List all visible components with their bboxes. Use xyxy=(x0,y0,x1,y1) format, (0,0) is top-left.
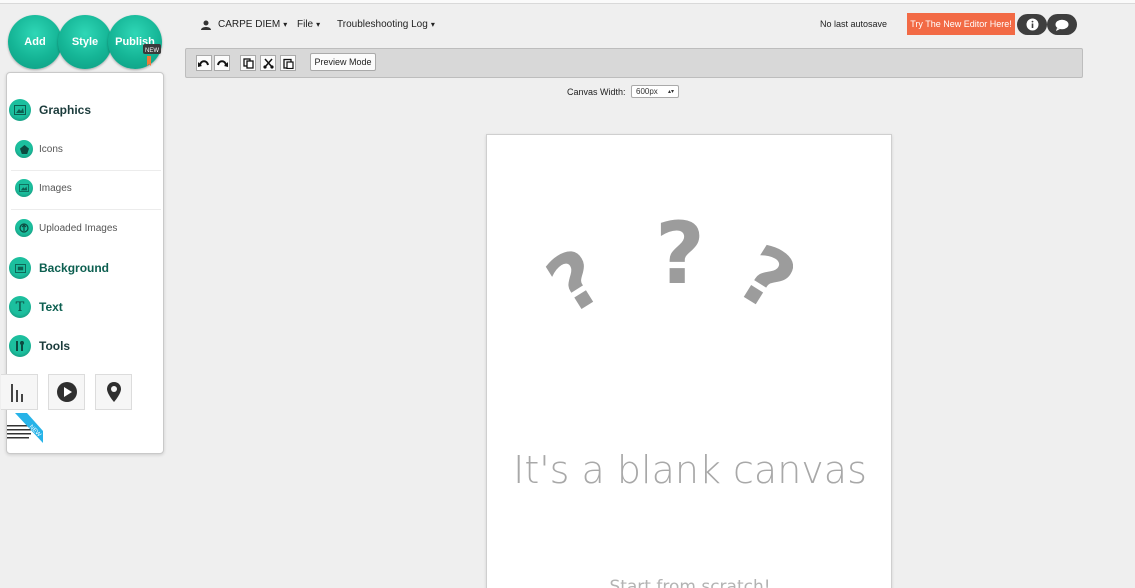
account-name: CARPE DIEM xyxy=(218,19,281,30)
image-icon xyxy=(9,99,31,121)
troubleshooting-menu[interactable]: Troubleshooting Log ▾ xyxy=(337,19,435,30)
chart-tool-button[interactable] xyxy=(1,374,38,410)
question-mark-icon: ? xyxy=(532,231,619,333)
sidebar-item-images[interactable]: Images xyxy=(15,179,172,197)
chevron-down-icon: ▾ xyxy=(430,20,435,29)
paste-button[interactable] xyxy=(280,55,296,71)
try-new-editor-button[interactable]: Try The New Editor Here! xyxy=(907,13,1015,35)
sidebar-item-label: Images xyxy=(39,182,72,194)
chevron-down-icon: ▾ xyxy=(316,20,321,29)
sidebar-item-label: Uploaded Images xyxy=(39,222,118,234)
tools-icon xyxy=(9,335,31,357)
file-menu-label: File xyxy=(297,19,314,30)
canvas-width-value: 600px xyxy=(636,87,658,96)
top-border xyxy=(0,0,1135,4)
add-button[interactable]: Add xyxy=(8,15,62,69)
background-icon xyxy=(9,257,31,279)
sidebar-graphics-label: Graphics xyxy=(39,103,92,117)
pentagon-icon xyxy=(15,140,33,158)
file-menu[interactable]: File ▾ xyxy=(297,19,320,30)
map-pin-icon xyxy=(106,382,121,402)
bar-chart-icon xyxy=(11,384,23,402)
undo-button[interactable] xyxy=(196,55,212,71)
style-label: Style xyxy=(71,36,99,48)
copy-button[interactable] xyxy=(240,55,256,71)
account-menu[interactable]: CARPE DIEM ▾ xyxy=(201,19,287,30)
chevron-down-icon: ▾ xyxy=(283,20,288,29)
upload-icon xyxy=(15,219,33,237)
sidebar-text[interactable]: T Text xyxy=(9,296,166,318)
cut-button[interactable] xyxy=(260,55,276,71)
sidebar-tools[interactable]: Tools xyxy=(9,335,166,357)
sidebar-graphics[interactable]: Graphics xyxy=(9,99,166,121)
sidebar-item-icons[interactable]: Icons xyxy=(15,140,172,158)
divider xyxy=(11,170,161,171)
design-canvas[interactable]: ? ? ? It's a blank canvas Start from scr… xyxy=(486,134,892,588)
info-button[interactable] xyxy=(1017,14,1047,35)
sidebar-background[interactable]: Background xyxy=(9,257,166,279)
undo-icon xyxy=(198,60,209,67)
cut-icon xyxy=(262,58,274,69)
text-t-icon: T xyxy=(9,296,31,318)
canvas-width-select[interactable]: 600px ▴▾ xyxy=(631,85,679,98)
image-icon xyxy=(15,179,33,197)
preview-mode-button[interactable]: Preview Mode xyxy=(310,53,376,71)
chat-button[interactable] xyxy=(1047,14,1077,35)
sidebar-panel: Graphics Icons Images Uploaded Images Ba… xyxy=(1,72,166,454)
stepper-arrows-icon: ▴▾ xyxy=(667,89,674,95)
style-button[interactable]: Style xyxy=(58,15,112,69)
question-mark-icon: ? xyxy=(722,226,811,331)
play-icon xyxy=(56,382,77,402)
lines-icon[interactable]: NEW xyxy=(7,413,43,449)
troubleshooting-menu-label: Troubleshooting Log xyxy=(337,19,428,30)
canvas-width-label: Canvas Width: xyxy=(567,87,626,97)
copy-icon xyxy=(242,57,254,69)
blank-canvas-subtitle: Start from scratch! xyxy=(609,577,771,588)
add-label: Add xyxy=(24,36,46,48)
question-mark-icon: ? xyxy=(655,204,705,304)
sidebar-item-uploaded-images[interactable]: Uploaded Images xyxy=(15,219,172,237)
svg-text:NEW: NEW xyxy=(145,48,159,54)
sidebar-item-label: Icons xyxy=(39,143,63,155)
divider xyxy=(11,209,161,210)
redo-button[interactable] xyxy=(214,55,230,71)
map-tool-button[interactable] xyxy=(95,374,132,410)
sidebar-text-label: Text xyxy=(39,300,63,314)
user-icon xyxy=(201,20,211,30)
sidebar-background-label: Background xyxy=(39,261,110,275)
autosave-status: No last autosave xyxy=(820,19,888,29)
new-badge-icon: NEW xyxy=(143,44,161,66)
edit-toolbar: Preview Mode xyxy=(185,48,1083,78)
video-tool-button[interactable] xyxy=(48,374,85,410)
paste-icon xyxy=(282,58,294,69)
redo-icon xyxy=(217,60,228,67)
blank-canvas-title: It's a blank canvas xyxy=(513,448,867,492)
chat-bubble-icon xyxy=(1055,19,1069,31)
info-icon xyxy=(1026,18,1038,31)
sidebar-tools-label: Tools xyxy=(39,339,71,353)
